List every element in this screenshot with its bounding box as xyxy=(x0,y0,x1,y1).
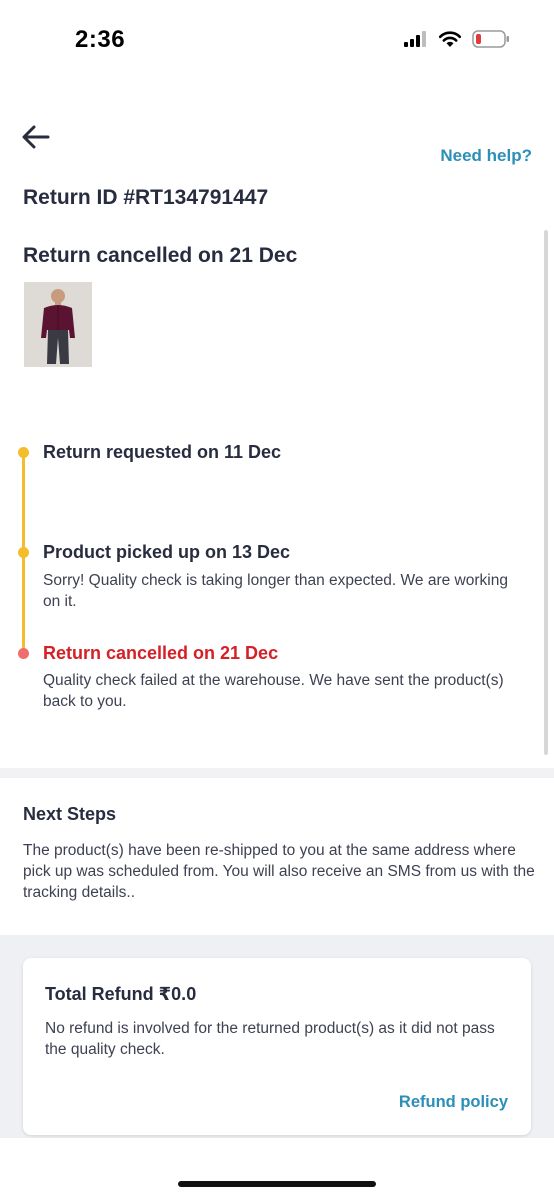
timeline-step-picked-up-desc: Sorry! Quality check is taking longer th… xyxy=(43,572,508,610)
timeline-step-cancelled-title: Return cancelled on 21 Dec xyxy=(43,643,279,663)
return-status-heading: Return cancelled on 21 Dec xyxy=(23,244,298,267)
wifi-icon xyxy=(438,31,462,47)
status-time: 2:36 xyxy=(75,26,126,53)
refund-card: Total Refund ₹0.0 No refund is involved … xyxy=(23,958,531,1135)
home-indicator[interactable] xyxy=(178,1181,376,1187)
refund-title: Total Refund ₹0.0 xyxy=(45,984,197,1004)
battery-low-icon xyxy=(472,30,509,48)
timeline-step-cancelled-desc: Quality check failed at the warehouse. W… xyxy=(43,672,504,710)
shirt-product-image xyxy=(24,282,92,367)
timeline-dot-requested xyxy=(18,447,29,458)
need-help-link[interactable]: Need help? xyxy=(440,146,532,166)
timeline-step-requested-title: Return requested on 11 Dec xyxy=(43,442,282,462)
timeline-step-picked-up-title: Product picked up on 13 Dec xyxy=(43,542,291,562)
back-button[interactable] xyxy=(18,120,54,154)
next-steps-text: The product(s) have been re-shipped to y… xyxy=(23,842,535,901)
product-thumbnail[interactable] xyxy=(24,282,92,367)
back-arrow-icon xyxy=(22,125,50,149)
timeline-dot-cancelled xyxy=(18,648,29,659)
refund-text: No refund is involved for the returned p… xyxy=(45,1020,495,1058)
next-steps-title: Next Steps xyxy=(23,804,117,824)
scrollbar[interactable] xyxy=(544,230,548,755)
refund-policy-link[interactable]: Refund policy xyxy=(399,1093,508,1112)
timeline-dot-picked-up xyxy=(18,547,29,558)
cellular-signal-icon xyxy=(404,31,426,47)
status-bar: 2:36 xyxy=(0,0,554,84)
section-divider xyxy=(0,768,554,778)
status-icons xyxy=(404,30,510,48)
return-id: Return ID #RT134791447 xyxy=(23,186,269,209)
